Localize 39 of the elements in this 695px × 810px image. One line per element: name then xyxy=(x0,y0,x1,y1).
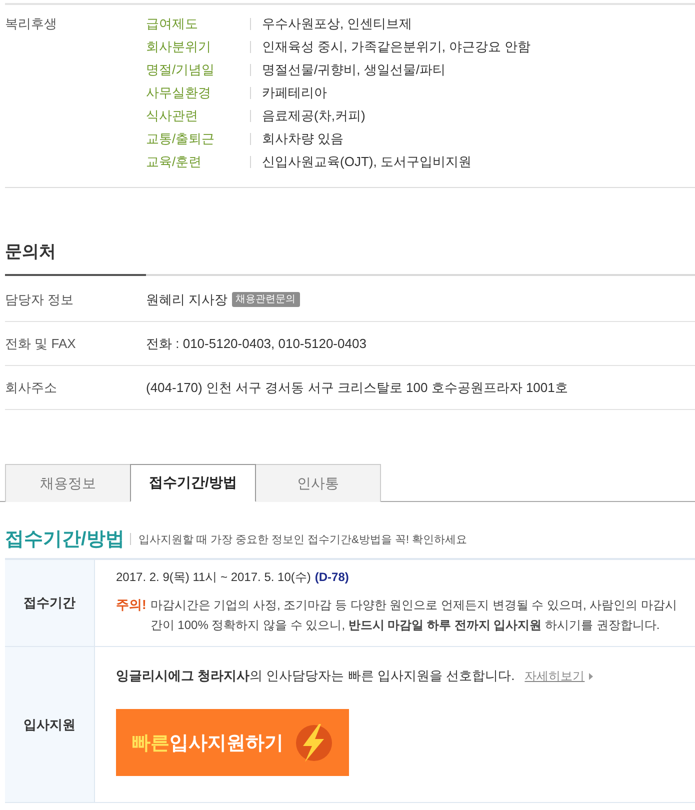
table-header-cell: 접수기간 xyxy=(5,560,95,646)
apply-message: 잉글리시에그 청라지사의 인사담당자는 빠른 입사지원을 선호합니다. xyxy=(116,667,515,685)
benefit-label: 사무실환경 xyxy=(146,84,211,102)
benefit-value: 신입사원교육(OJT), 도서구입비지원 xyxy=(262,152,472,170)
d-day-count: (D-78) xyxy=(314,569,349,586)
apply-button[interactable]: 빠른입사지원하기 xyxy=(116,709,349,776)
benefit-value: 카페테리아 xyxy=(262,84,327,102)
tab[interactable]: 채용정보 xyxy=(5,464,131,502)
more-link[interactable]: 자세히보기 xyxy=(524,666,585,686)
benefit-value: 명절선물/귀향비, 생일선물/파티 xyxy=(262,60,446,78)
contact-value: 원혜리 지사장 xyxy=(146,290,228,308)
contact-label: 회사주소 xyxy=(5,378,57,396)
caret-icon xyxy=(588,672,593,680)
tag-badge: 채용관련문의 xyxy=(232,292,300,307)
benefit-label: 식사관련 xyxy=(146,106,198,124)
contact-label: 담당자 정보 xyxy=(5,290,74,308)
benefit-value: 회사차량 있음 xyxy=(262,130,344,148)
benefit-label: 회사분위기 xyxy=(146,38,211,56)
tab[interactable]: 인사통 xyxy=(255,464,381,502)
benefit-label: 명절/기념일 xyxy=(146,60,215,78)
section-heading: 접수기간/방법 xyxy=(5,528,124,552)
benefit-label: 교육/훈련 xyxy=(146,152,202,170)
notice-label: 주의! xyxy=(116,596,146,614)
section-subtitle: 입사지원할 때 가장 중요한 정보인 접수기간&방법을 꼭! 확인하세요 xyxy=(138,532,468,546)
section-label: 복리후생 xyxy=(5,15,57,33)
benefit-value: 음료제공(차,커피) xyxy=(262,106,366,124)
contact-value: 전화 : 010-5120-0403, 010-5120-0403 xyxy=(146,334,366,352)
tab[interactable]: 접수기간/방법 xyxy=(130,464,256,502)
section-heading: 문의처 xyxy=(5,241,56,263)
period-dates: 2017. 2. 9(목) 11시 ~ 2017. 5. 10(수) xyxy=(116,569,311,586)
table-header-cell: 입사지원 xyxy=(5,646,95,802)
contact-label: 전화 및 FAX xyxy=(5,334,76,352)
benefit-label: 교통/출퇴근 xyxy=(146,130,215,148)
notice-text: 마감시간은 기업의 사정, 조기마감 등 다양한 원인으로 언제든지 변경될 수 있으며, 사람인의 마감시간이 100% 정확하지 않을 수 있으니, 반드시 마감일 하루 전까지 입사지원 하시기를 권장합니다. xyxy=(150,597,678,634)
contact-value: (404-170) 인천 서구 경서동 서구 크리스탈로 100 호수공원프라자 1001호 xyxy=(146,378,568,396)
benefit-value: 인재육성 중시, 가족같은분위기, 야근강요 안함 xyxy=(262,38,531,56)
benefit-value: 우수사원포상, 인센티브제 xyxy=(262,14,412,32)
lightning-icon xyxy=(294,722,334,762)
benefit-label: 급여제도 xyxy=(146,14,198,32)
